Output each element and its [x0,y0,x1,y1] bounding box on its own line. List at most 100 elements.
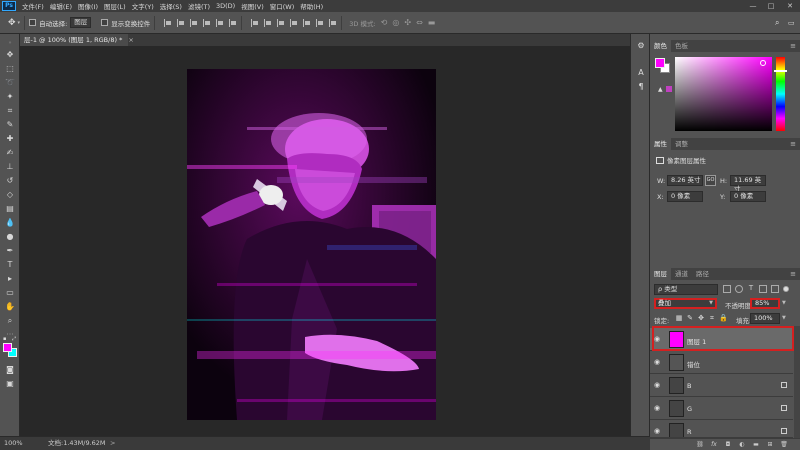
tab-paths[interactable]: 路径 [692,268,713,280]
marquee-tool-icon[interactable]: ⬚ [4,64,16,74]
lock-image-icon[interactable]: ✎ [686,314,694,322]
blend-mode-dropdown[interactable]: 叠加 ▼ [654,298,717,309]
layer-row[interactable]: ◉ R [650,420,793,438]
tab-adjustments[interactable]: 调整 [671,138,692,150]
close-icon[interactable]: × [128,36,133,44]
menu-help[interactable]: 帮助(H) [300,1,323,11]
auto-select-checkbox[interactable] [29,19,37,26]
adjustment-icon[interactable]: ◐ [738,441,746,449]
roll-3d-icon[interactable]: ◎ [392,18,399,27]
tool-preset-arrow-icon[interactable]: ▾ [18,20,21,26]
distribute-middle-icon[interactable] [264,18,272,27]
orbit-3d-icon[interactable]: ⟲ [381,18,388,27]
menu-window[interactable]: 窗口(W) [270,1,295,11]
filter-pixel-icon[interactable] [723,285,731,293]
menu-edit[interactable]: 编辑(E) [50,1,72,11]
default-colors-icon[interactable]: ▪ [3,336,6,342]
align-right-icon[interactable] [229,18,237,27]
workspace-icon[interactable]: ▭ [788,19,795,27]
screen-mode-icon[interactable]: ▣ [4,379,16,389]
hue-slider-marker[interactable] [774,70,787,72]
tab-color[interactable]: 颜色 [650,40,671,52]
chevron-down-icon[interactable]: ▼ [782,300,786,306]
menu-select[interactable]: 选择(S) [160,1,182,11]
auto-select-dropdown[interactable]: 图层 [70,17,92,28]
x-field[interactable]: 0 像素 [667,191,703,202]
hue-slider[interactable] [776,57,785,131]
visibility-eye-icon[interactable]: ◉ [654,427,660,435]
filter-shape-icon[interactable] [759,285,767,293]
panel-menu-icon[interactable]: ≡ [790,40,796,52]
dodge-tool-icon[interactable]: ● [4,232,16,242]
visibility-eye-icon[interactable]: ◉ [654,404,660,412]
paragraph-panel-icon[interactable]: ¶ [635,81,647,93]
align-middle-icon[interactable] [177,18,185,27]
menu-3d[interactable]: 3D(D) [216,2,235,10]
menu-type[interactable]: 文字(Y) [132,1,154,11]
layer-row[interactable]: ◉ G [650,397,793,420]
pen-tool-icon[interactable]: ✒ [4,246,16,256]
width-field[interactable]: 8.26 英寸 [667,175,703,186]
menu-view[interactable]: 视图(V) [241,1,264,11]
gradient-tool-icon[interactable]: ▤ [4,204,16,214]
menu-image[interactable]: 图像(I) [78,1,98,11]
layers-scrollbar[interactable] [794,326,800,438]
zoom-tool-icon[interactable]: ⌕ [4,316,16,326]
blur-tool-icon[interactable]: 💧 [4,218,16,228]
foreground-color-swatch[interactable] [3,343,12,352]
canvas-area[interactable] [20,46,630,436]
move-tool-icon[interactable]: ✥ [4,50,16,60]
lock-transparent-icon[interactable]: ▦ [675,314,683,322]
zoom-level[interactable]: 100% [4,437,23,450]
tab-swatches[interactable]: 色板 [671,40,692,52]
distribute-left-icon[interactable] [290,18,298,27]
slide-3d-icon[interactable]: ⇔ [416,18,423,27]
crop-tool-icon[interactable]: ⌗ [4,106,16,116]
brush-tool-icon[interactable]: ✍ [4,148,16,158]
move-tool-icon[interactable]: ✥ [8,18,16,28]
height-field[interactable]: 11.69 英寸 [730,175,766,193]
search-icon[interactable]: ⌕ [775,18,779,28]
mask-icon[interactable]: ◘ [724,441,732,449]
visibility-eye-icon[interactable]: ◉ [654,358,660,366]
type-tool-icon[interactable]: T [4,260,16,270]
swap-colors-icon[interactable]: ⤢ [12,336,16,342]
distribute-center-icon[interactable] [303,18,311,27]
link-dimensions-icon[interactable]: GO [705,175,716,186]
y-field[interactable]: 0 像素 [730,191,766,202]
distribute-bottom-icon[interactable] [277,18,285,27]
rectangle-tool-icon[interactable]: ▭ [4,288,16,298]
pan-3d-icon[interactable]: ✣ [404,18,411,27]
menu-file[interactable]: 文件(F) [22,1,44,11]
filter-smart-object-icon[interactable] [771,285,779,293]
lock-position-icon[interactable]: ✥ [697,314,705,322]
layer-filter-dropdown[interactable]: ρ 类型 [654,284,718,295]
filter-type-icon[interactable]: T [747,285,755,293]
lock-all-icon[interactable]: 🔒 [719,314,728,322]
panel-menu-icon[interactable]: ≡ [790,268,796,280]
fx-icon[interactable]: fx [710,441,718,449]
web-safe-swatch[interactable] [666,86,672,92]
align-top-icon[interactable] [164,18,172,27]
layer-row[interactable]: ◉ B [650,374,793,397]
clone-stamp-tool-icon[interactable]: ⊥ [4,162,16,172]
hand-tool-icon[interactable]: ✋ [4,302,16,312]
group-icon[interactable]: ▬ [752,441,760,449]
align-bottom-icon[interactable] [190,18,198,27]
eyedropper-tool-icon[interactable]: ✎ [4,120,16,130]
visibility-eye-icon[interactable]: ◉ [654,381,660,389]
document-tab[interactable]: 层-1 @ 100% (图层 1, RGB/8) * × [20,34,134,46]
history-panel-icon[interactable]: ⚙ [635,40,647,52]
status-menu-arrow[interactable]: > [110,437,115,450]
healing-brush-tool-icon[interactable]: ✚ [4,134,16,144]
menu-layer[interactable]: 图层(L) [104,1,126,11]
layer-row[interactable]: ◉ 错位 [650,351,793,374]
panel-menu-icon[interactable]: ≡ [790,138,796,150]
magic-wand-tool-icon[interactable]: ✦ [4,92,16,102]
distribute-top-icon[interactable] [251,18,259,27]
lock-artboard-icon[interactable]: ⌗ [708,314,716,322]
quick-mask-icon[interactable]: ◙ [4,365,16,375]
history-brush-tool-icon[interactable]: ↺ [4,176,16,186]
minimize-button[interactable]: — [744,0,762,12]
trash-icon[interactable]: 🗑 [780,441,788,449]
